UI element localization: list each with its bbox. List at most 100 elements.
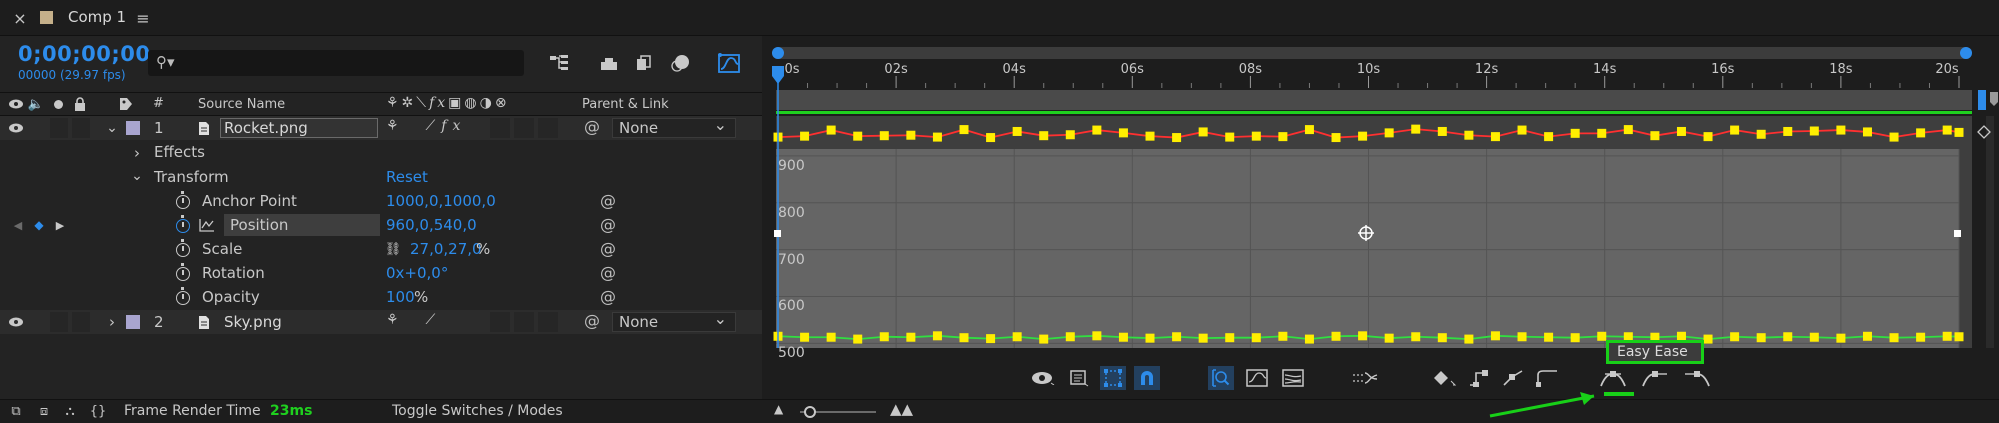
convert-to-hold-icon[interactable] <box>1466 367 1492 389</box>
keyframe-point[interactable] <box>1304 125 1314 135</box>
stopwatch-icon[interactable] <box>176 239 190 257</box>
edit-keyframe-icon[interactable] <box>1430 367 1460 389</box>
layer-search-field[interactable]: ⚲▾ <box>148 50 524 76</box>
motion-blur-icon[interactable] <box>670 52 692 74</box>
draft-3d-icon[interactable] <box>598 52 620 74</box>
auto-zoom-graph-height-icon[interactable] <box>1208 366 1234 390</box>
keyframe-point[interactable] <box>1809 126 1819 136</box>
comp-flowchart-icon[interactable] <box>548 52 570 74</box>
graph-icon[interactable] <box>198 217 216 233</box>
next-keyframe-icon[interactable]: ▶ <box>54 217 66 233</box>
keyframe-point[interactable] <box>1065 130 1075 140</box>
keyframe-point[interactable] <box>1490 132 1500 142</box>
convert-to-auto-bezier-icon[interactable] <box>1500 367 1526 389</box>
fit-all-graphs-icon[interactable] <box>1280 367 1306 389</box>
keyframe-point[interactable] <box>826 125 836 135</box>
keyframe-point[interactable] <box>1118 128 1128 138</box>
keyframe-point[interactable] <box>826 332 836 342</box>
keyframe-point[interactable] <box>1836 125 1846 135</box>
switch-box[interactable] <box>72 118 90 138</box>
fit-selection-icon[interactable] <box>1244 367 1270 389</box>
pick-whip-icon[interactable]: @ <box>584 311 600 330</box>
property-value[interactable]: 100 <box>386 288 415 306</box>
keyframe-point[interactable] <box>1358 331 1368 341</box>
keyframe-point[interactable] <box>1942 125 1952 135</box>
constrain-proportions-link-icon[interactable]: ⛓ <box>384 241 402 257</box>
keyframe-point[interactable] <box>1809 332 1819 342</box>
collapse-chevron-icon[interactable]: ⌄ <box>130 166 144 186</box>
keyframe-point[interactable] <box>1464 130 1474 140</box>
keyframe-point[interactable] <box>879 131 889 141</box>
easy-ease-in-icon[interactable] <box>1640 367 1670 389</box>
pick-whip-icon[interactable]: @ <box>600 239 616 258</box>
keyframe-point[interactable] <box>1597 331 1607 341</box>
keyframe-point[interactable] <box>1225 132 1235 142</box>
keyframe-point[interactable] <box>1597 128 1607 138</box>
keyframe-point[interactable] <box>1490 331 1500 341</box>
keyframe-point[interactable] <box>1118 332 1128 342</box>
keyframe-point[interactable] <box>1198 333 1208 343</box>
keyframe-point[interactable] <box>1783 332 1793 342</box>
prev-keyframe-icon[interactable]: ◀ <box>12 217 24 233</box>
keyframe-point[interactable] <box>1437 126 1447 136</box>
keyframe-point[interactable] <box>1012 332 1022 342</box>
panel-menu-icon[interactable]: ≡ <box>134 8 152 28</box>
keyframe-point[interactable] <box>1862 127 1872 137</box>
transform-box-icon[interactable] <box>1100 366 1126 390</box>
keyframe-diamond-icon[interactable]: ◆ <box>32 217 46 233</box>
keyframe-point[interactable] <box>932 331 942 341</box>
switch-box[interactable] <box>72 312 90 332</box>
keyframe-point[interactable] <box>879 332 889 342</box>
zoom-in-mountain-icon[interactable]: ▲▲ <box>890 400 913 418</box>
source-name-column-header[interactable]: Source Name <box>198 97 285 112</box>
keyframe-point[interactable] <box>1623 125 1633 135</box>
eye-icon[interactable] <box>8 314 24 330</box>
zoom-slider-handle[interactable] <box>804 406 816 418</box>
keyframe-point[interactable] <box>1570 128 1580 138</box>
transform-group-row[interactable]: ⌄ Transform Reset <box>0 165 762 189</box>
separate-dimensions-icon[interactable] <box>1350 367 1380 389</box>
keyframe-point[interactable] <box>1358 131 1368 141</box>
layer-name-field[interactable]: Rocket.png <box>220 118 378 138</box>
current-timecode[interactable]: 0;00;00;00 <box>18 42 150 66</box>
keyframe-point[interactable] <box>1172 332 1182 342</box>
keyframe-point[interactable] <box>1411 332 1421 342</box>
switch-box[interactable] <box>538 118 558 138</box>
keyframe-point[interactable] <box>1411 124 1421 134</box>
keyframe-point[interactable] <box>1278 331 1288 341</box>
switch-box[interactable] <box>50 312 68 332</box>
keyframe-point[interactable] <box>1954 127 1964 137</box>
eye-icon[interactable] <box>8 120 24 136</box>
work-area-end-marker[interactable] <box>1990 92 1998 106</box>
switch-box[interactable] <box>490 312 510 332</box>
easy-ease-out-icon[interactable] <box>1682 367 1712 389</box>
keyframe-point[interactable] <box>1954 332 1964 342</box>
zoom-out-mountain-icon[interactable]: ▲ <box>774 402 783 416</box>
keyframe-point[interactable] <box>1676 126 1686 136</box>
parent-dropdown[interactable]: None <box>612 116 736 138</box>
snap-magnet-icon[interactable] <box>1134 366 1160 390</box>
layer-row[interactable]: ⌄ 1 Rocket.png ⚘ ⟋fx @ None <box>0 116 762 140</box>
keyframe-point[interactable] <box>1092 331 1102 341</box>
pick-whip-icon[interactable]: @ <box>600 191 616 210</box>
keyframe-point[interactable] <box>1012 126 1022 136</box>
keyframe-point[interactable] <box>1570 333 1580 343</box>
pick-whip-icon[interactable]: @ <box>584 117 600 136</box>
property-value[interactable]: 960,0,540,0 <box>386 216 477 234</box>
keyframe-point[interactable] <box>1517 332 1527 342</box>
property-value[interactable]: 1000,0,1000,0 <box>386 192 496 210</box>
keyframe-point[interactable] <box>1916 128 1926 138</box>
keyframe-point[interactable] <box>1517 125 1527 135</box>
comp-tab-title[interactable]: Comp 1 <box>68 8 126 26</box>
keyframe-point[interactable] <box>1384 333 1394 343</box>
keyframe-point[interactable] <box>1464 334 1474 344</box>
search-input[interactable] <box>188 52 508 72</box>
keyframe-point[interactable] <box>1384 128 1394 138</box>
collapse-chevron-icon[interactable]: ⌄ <box>104 119 120 137</box>
switch-box[interactable] <box>514 118 534 138</box>
keyframe-point[interactable] <box>1703 334 1713 344</box>
work-area-bar[interactable] <box>776 90 1972 110</box>
expand-chevron-icon[interactable]: › <box>130 143 144 163</box>
switch-box[interactable] <box>50 118 68 138</box>
toggle-switches-modes-button[interactable]: Toggle Switches / Modes <box>392 403 563 419</box>
